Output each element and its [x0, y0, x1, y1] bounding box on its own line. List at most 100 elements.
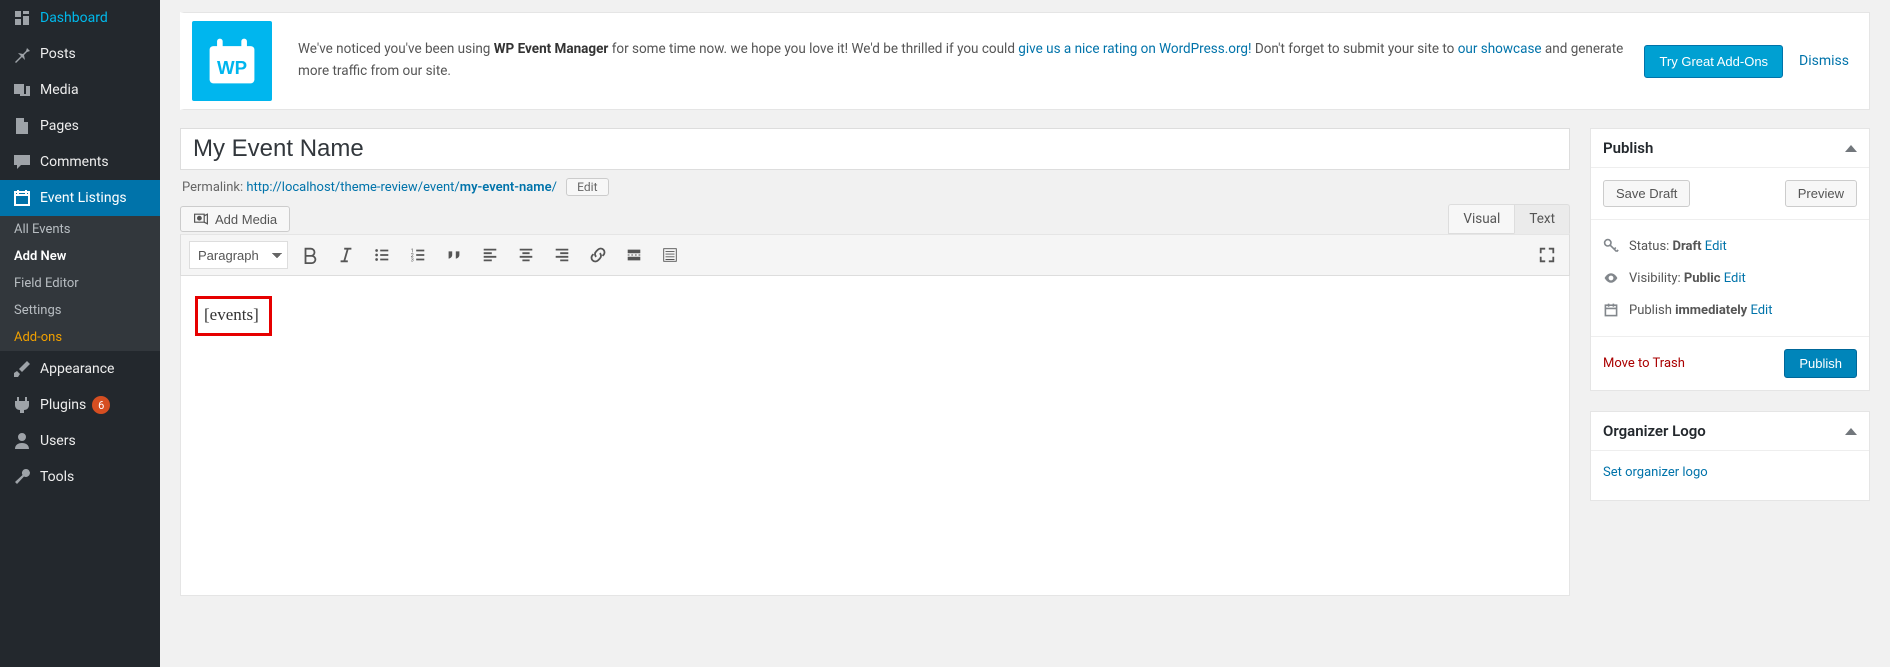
sidebar-label: Media — [40, 82, 79, 98]
sidebar-item-dashboard[interactable]: Dashboard — [0, 0, 160, 36]
sidebar-item-posts[interactable]: Posts — [0, 36, 160, 72]
dismiss-link[interactable]: Dismiss — [1799, 53, 1849, 69]
organizer-logo-box: Organizer Logo Set organizer logo — [1590, 411, 1870, 501]
wp-event-manager-logo: WP — [192, 21, 272, 101]
sidebar-item-appearance[interactable]: Appearance — [0, 351, 160, 387]
shortcode-highlight: [events] — [195, 296, 272, 336]
sidebar-label: Users — [40, 433, 76, 449]
editor-content[interactable]: [events] — [180, 276, 1570, 596]
visibility-row: Visibility: Public Edit — [1603, 262, 1857, 294]
sidebar-item-event-listings[interactable]: Event Listings — [0, 180, 160, 216]
sidebar-item-comments[interactable]: Comments — [0, 144, 160, 180]
sidebar-sub-addons[interactable]: Add-ons — [0, 324, 160, 351]
main-content: WP We've noticed you've been using WP Ev… — [160, 12, 1890, 636]
media-icon — [12, 80, 32, 100]
bullet-list-button[interactable] — [368, 241, 396, 269]
sidebar-submenu: All Events Add New Field Editor Settings… — [0, 216, 160, 351]
rating-notice: WP We've noticed you've been using WP Ev… — [180, 12, 1870, 110]
svg-text:3: 3 — [411, 257, 414, 263]
add-media-button[interactable]: Add Media — [180, 206, 290, 232]
publish-button[interactable]: Publish — [1784, 349, 1857, 378]
read-more-button[interactable] — [620, 241, 648, 269]
notice-strong-1: WP Event Manager — [494, 41, 609, 57]
publish-title: Publish — [1603, 139, 1653, 157]
sidebar-sub-field-editor[interactable]: Field Editor — [0, 270, 160, 297]
status-row: Status: Draft Edit — [1603, 230, 1857, 262]
status-edit-link[interactable]: Edit — [1705, 239, 1727, 254]
wrench-icon — [12, 467, 32, 487]
svg-text:WP: WP — [217, 57, 247, 78]
post-title-input[interactable] — [180, 128, 1570, 170]
sidebar-label: Tools — [40, 469, 74, 485]
preview-button[interactable]: Preview — [1785, 180, 1857, 207]
publish-box: Publish Save Draft Preview Status: Draft… — [1590, 128, 1870, 391]
align-left-button[interactable] — [476, 241, 504, 269]
set-organizer-logo-link[interactable]: Set organizer logo — [1603, 461, 1857, 490]
permalink-base: http://localhost/theme-review/event/ — [246, 180, 459, 195]
permalink-row: Permalink: http://localhost/theme-review… — [180, 170, 1570, 204]
sidebar-label: Appearance — [40, 361, 114, 377]
sidebar-sub-all-events[interactable]: All Events — [0, 216, 160, 243]
sidebar-label: Event Listings — [40, 190, 127, 206]
notice-text-1: We've noticed you've been using — [298, 41, 494, 57]
sidebar-item-plugins[interactable]: Plugins 6 — [0, 387, 160, 423]
notice-actions: Try Great Add-Ons Dismiss — [1644, 45, 1869, 78]
notice-rating-link[interactable]: give us a nice rating on WordPress.org! — [1018, 41, 1251, 57]
notice-showcase-link[interactable]: our showcase — [1458, 41, 1542, 57]
bold-button[interactable] — [296, 241, 324, 269]
numbered-list-button[interactable]: 123 — [404, 241, 432, 269]
permalink-edit-button[interactable]: Edit — [566, 178, 608, 196]
admin-sidebar: Dashboard Posts Media Pages Comments Eve… — [0, 0, 160, 667]
dashboard-icon — [12, 8, 32, 28]
try-addons-button[interactable]: Try Great Add-Ons — [1644, 45, 1783, 78]
calendar-small-icon — [1603, 302, 1619, 318]
sidebar-item-pages[interactable]: Pages — [0, 108, 160, 144]
sidebar-label: Plugins — [40, 397, 86, 413]
publish-minor-actions: Save Draft Preview — [1591, 168, 1869, 219]
save-draft-button[interactable]: Save Draft — [1603, 180, 1690, 207]
sidebar-label: Dashboard — [40, 10, 108, 26]
toggle-arrow-icon[interactable] — [1845, 145, 1857, 152]
editor-toolbar: Paragraph 123 — [180, 234, 1570, 276]
permalink-link[interactable]: http://localhost/theme-review/event/my-e… — [246, 180, 557, 195]
pin-icon — [12, 44, 32, 64]
comment-icon — [12, 152, 32, 172]
visibility-value: Public — [1684, 271, 1721, 286]
eye-icon — [1603, 270, 1619, 286]
sidebar-item-media[interactable]: Media — [0, 72, 160, 108]
organizer-logo-header: Organizer Logo — [1591, 412, 1869, 451]
notice-text-3: Don't forget to submit your site to — [1252, 41, 1458, 57]
align-right-button[interactable] — [548, 241, 576, 269]
sidebar-item-users[interactable]: Users — [0, 423, 160, 459]
schedule-row: Publish immediately Edit — [1603, 294, 1857, 326]
brush-icon — [12, 359, 32, 379]
format-select[interactable]: Paragraph — [189, 241, 288, 269]
sidebar-sub-settings[interactable]: Settings — [0, 297, 160, 324]
sidebar-item-tools[interactable]: Tools — [0, 459, 160, 495]
schedule-edit-link[interactable]: Edit — [1750, 303, 1772, 318]
sidebar-label: Posts — [40, 46, 76, 62]
status-value: Draft — [1673, 239, 1702, 254]
editor-tab-text[interactable]: Text — [1514, 204, 1570, 234]
toolbar-toggle-button[interactable] — [656, 241, 684, 269]
blockquote-button[interactable] — [440, 241, 468, 269]
organizer-logo-title: Organizer Logo — [1603, 422, 1706, 440]
calendar-icon — [12, 188, 32, 208]
editor-tabs: Visual Text — [1448, 204, 1570, 234]
move-to-trash-link[interactable]: Move to Trash — [1603, 356, 1685, 371]
plugin-icon — [12, 395, 32, 415]
toggle-arrow-icon[interactable] — [1845, 428, 1857, 435]
visibility-edit-link[interactable]: Edit — [1724, 271, 1746, 286]
status-label: Status: — [1629, 239, 1673, 254]
page-icon — [12, 116, 32, 136]
italic-button[interactable] — [332, 241, 360, 269]
editor-tab-visual[interactable]: Visual — [1448, 204, 1514, 234]
camera-icon — [193, 211, 209, 227]
schedule-label: Publish — [1629, 303, 1675, 318]
sidebar-sub-add-new[interactable]: Add New — [0, 243, 160, 270]
sidebar-label: Pages — [40, 118, 79, 134]
fullscreen-button[interactable] — [1533, 241, 1561, 269]
link-button[interactable] — [584, 241, 612, 269]
align-center-button[interactable] — [512, 241, 540, 269]
notice-text-2: for some time now. we hope you love it! … — [608, 41, 1018, 57]
